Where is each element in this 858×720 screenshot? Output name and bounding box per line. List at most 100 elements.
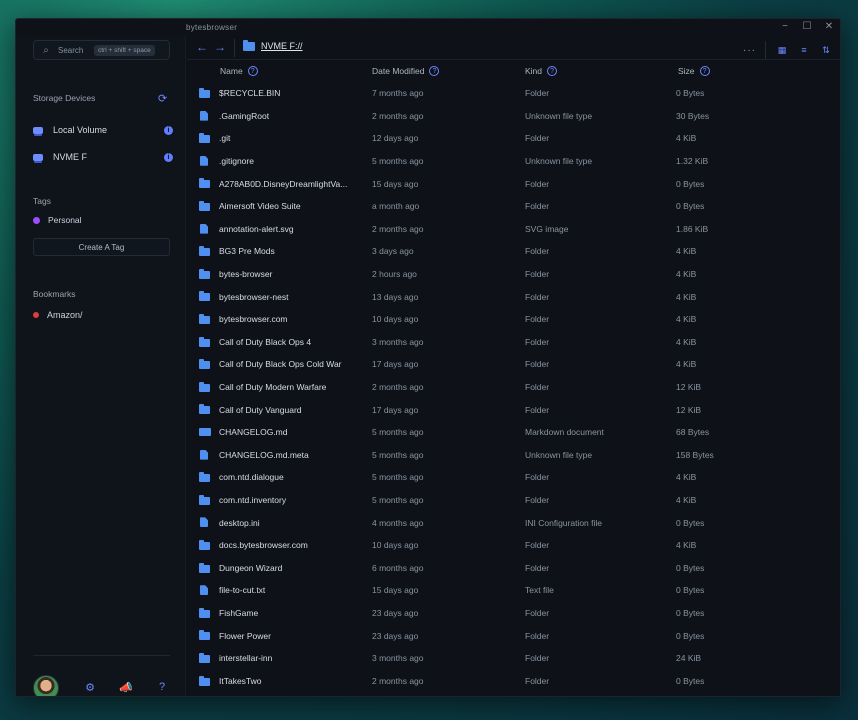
table-row[interactable]: bytesbrowser.com 10 days ago Folder 4 KiB bbox=[187, 308, 840, 331]
tag-color-icon bbox=[33, 216, 40, 224]
file-list: $RECYCLE.BIN 7 months ago Folder 0 Bytes .Ga… bbox=[187, 82, 840, 696]
sidebar-item-local-volume[interactable]: Local Volume i bbox=[33, 121, 173, 139]
file-size: 4 KiB bbox=[676, 246, 697, 257]
megaphone-icon[interactable]: 📣 bbox=[119, 681, 133, 694]
file-date-modified: 17 days ago bbox=[372, 404, 419, 415]
table-row[interactable]: .git 12 days ago Folder 4 KiB bbox=[187, 127, 840, 150]
table-row[interactable]: file-to-cut.txt 15 days ago Text file 0 Byt… bbox=[187, 579, 840, 602]
table-row[interactable]: Dungeon Wizard 6 months ago Folder 0 Bytes bbox=[187, 557, 840, 580]
file-name: ItTakesTwo bbox=[219, 675, 262, 686]
table-row[interactable]: bytesbrowser-nest 13 days ago Folder 4 KiB bbox=[187, 285, 840, 308]
avatar[interactable] bbox=[33, 675, 59, 696]
folder-icon bbox=[199, 336, 210, 347]
file-date-modified: 2 months ago bbox=[372, 223, 424, 234]
file-size: 0 Bytes bbox=[676, 562, 705, 573]
refresh-icon[interactable]: ⟳ bbox=[158, 92, 167, 105]
file-name: annotation-alert.svg bbox=[219, 223, 294, 234]
help-icon[interactable]: ? bbox=[247, 66, 258, 76]
info-icon[interactable]: i bbox=[164, 125, 173, 135]
file-date-modified: 3 days ago bbox=[372, 246, 414, 257]
table-row[interactable]: com.ntd.inventory 5 months ago Folder 4 KiB bbox=[187, 489, 840, 512]
file-kind: Text file bbox=[525, 585, 554, 596]
folder-icon bbox=[199, 562, 210, 573]
table-row[interactable]: .GamingRoot 2 months ago Unknown file type… bbox=[187, 105, 840, 128]
table-row[interactable]: Call of Duty Black Ops Cold War 17 days a… bbox=[187, 353, 840, 376]
table-row[interactable]: bytes-browser 2 hours ago Folder 4 KiB bbox=[187, 263, 840, 286]
table-row[interactable]: CHANGELOG.md 5 months ago Markdown documen… bbox=[187, 421, 840, 444]
help-icon[interactable]: ? bbox=[156, 681, 168, 693]
table-row[interactable]: CHANGELOG.md.meta 5 months ago Unknown fil… bbox=[187, 444, 840, 467]
file-size: 4 KiB bbox=[676, 133, 697, 144]
file-date-modified: 5 months ago bbox=[372, 495, 424, 506]
maximize-icon[interactable]: ☐ bbox=[802, 21, 812, 33]
sidebar: ⌕ ctrl + shift + space Storage Devices ⟳… bbox=[16, 36, 186, 696]
file-size: 4 KiB bbox=[676, 359, 697, 370]
folder-icon bbox=[199, 359, 210, 370]
search-input[interactable] bbox=[58, 45, 88, 55]
sidebar-item-bookmark-amazon[interactable]: Amazon/ bbox=[33, 310, 83, 320]
list-view-icon[interactable]: ≡ bbox=[798, 45, 810, 55]
column-header-size[interactable]: Size ? bbox=[678, 66, 710, 76]
file-date-modified: 4 months ago bbox=[372, 517, 424, 528]
bookmark-color-icon bbox=[33, 312, 39, 318]
table-row[interactable]: Call of Duty Modern Warfare 2 months ago F… bbox=[187, 376, 840, 399]
back-arrow-icon[interactable]: ← bbox=[196, 40, 208, 54]
sort-icon[interactable]: ⇅ bbox=[820, 45, 832, 56]
file-kind: Folder bbox=[525, 269, 550, 280]
table-row[interactable]: Call of Duty Vanguard 17 days ago Folder 12… bbox=[187, 398, 840, 421]
file-date-modified: 12 days ago bbox=[372, 133, 419, 144]
forward-arrow-icon[interactable]: → bbox=[214, 40, 226, 54]
table-row[interactable]: A278AB0D.DisneyDreamlightVa... 15 days ag… bbox=[187, 172, 840, 195]
help-icon[interactable]: ? bbox=[429, 66, 440, 76]
breadcrumb[interactable]: NVME F:// bbox=[243, 39, 303, 51]
sidebar-item-nvme-f[interactable]: NVME F i bbox=[33, 148, 173, 166]
file-name: Call of Duty Black Ops 4 bbox=[219, 336, 312, 347]
table-row[interactable]: interstellar-inn 3 months ago Folder 24 KiB bbox=[187, 647, 840, 670]
file-name: .git bbox=[219, 133, 231, 144]
table-row[interactable]: BG3 Pre Mods 3 days ago Folder 4 KiB bbox=[187, 240, 840, 263]
create-tag-button[interactable]: Create A Tag bbox=[33, 238, 170, 256]
table-row[interactable]: $RECYCLE.BIN 7 months ago Folder 0 Bytes bbox=[187, 82, 840, 105]
table-row[interactable]: docs.bytesbrowser.com 10 days ago Folder 4 … bbox=[187, 534, 840, 557]
column-header-kind[interactable]: Kind ? bbox=[525, 66, 558, 76]
sidebar-item-tag-personal[interactable]: Personal bbox=[33, 215, 82, 225]
folder-icon bbox=[199, 472, 210, 483]
help-icon[interactable]: ? bbox=[699, 66, 710, 76]
grid-view-icon[interactable]: ▦ bbox=[776, 45, 788, 56]
table-row[interactable]: ItTakesTwo 2 months ago Folder 0 Bytes bbox=[187, 670, 840, 693]
markdown-file-icon bbox=[199, 428, 211, 436]
table-row[interactable]: Aimersoft Video Suite a month ago Folder 0 … bbox=[187, 195, 840, 218]
file-date-modified: 3 months ago bbox=[372, 336, 424, 347]
table-row[interactable]: desktop.ini 4 months ago INI Configuration… bbox=[187, 511, 840, 534]
column-header-date[interactable]: Date Modified ? bbox=[372, 66, 440, 76]
file-name: BG3 Pre Mods bbox=[219, 246, 275, 257]
current-path[interactable]: NVME F:// bbox=[261, 41, 303, 51]
file-kind: Folder bbox=[525, 562, 550, 573]
search-box[interactable]: ⌕ ctrl + shift + space bbox=[33, 40, 170, 60]
device-label: Local Volume bbox=[53, 125, 108, 135]
table-row[interactable]: com.ntd.dialogue 5 months ago Folder 4 KiB bbox=[187, 466, 840, 489]
help-icon[interactable]: ? bbox=[547, 66, 558, 76]
minimize-icon[interactable]: − bbox=[780, 21, 790, 33]
file-name: com.ntd.inventory bbox=[219, 495, 287, 506]
file-date-modified: 15 days ago bbox=[372, 585, 419, 596]
info-icon[interactable]: i bbox=[164, 152, 173, 162]
table-row[interactable]: annotation-alert.svg 2 months ago SVG imag… bbox=[187, 218, 840, 241]
close-icon[interactable]: ✕ bbox=[824, 21, 834, 33]
toolbar: ← → NVME F:// ··· ▦ ≡ ⇅ bbox=[187, 36, 840, 60]
table-row[interactable]: FishGame 23 days ago Folder 0 Bytes bbox=[187, 602, 840, 625]
more-options-icon[interactable]: ··· bbox=[743, 45, 755, 56]
column-header-name[interactable]: Name ? bbox=[220, 66, 258, 76]
table-row[interactable]: .gitignore 5 months ago Unknown file type 1… bbox=[187, 150, 840, 173]
file-date-modified: 6 months ago bbox=[372, 562, 424, 573]
file-date-modified: 10 days ago bbox=[372, 314, 419, 325]
folder-icon bbox=[199, 494, 210, 505]
table-row[interactable]: Flower Power 23 days ago Folder 0 Bytes bbox=[187, 624, 840, 647]
file-size: 68 Bytes bbox=[676, 427, 710, 438]
table-row[interactable]: Call of Duty Black Ops 4 3 months ago Fold… bbox=[187, 331, 840, 354]
sidebar-divider bbox=[33, 655, 170, 656]
file-date-modified: 17 days ago bbox=[372, 359, 419, 370]
folder-icon bbox=[199, 381, 210, 392]
gear-icon[interactable]: ⚙ bbox=[84, 681, 96, 694]
file-kind: Folder bbox=[525, 336, 550, 347]
